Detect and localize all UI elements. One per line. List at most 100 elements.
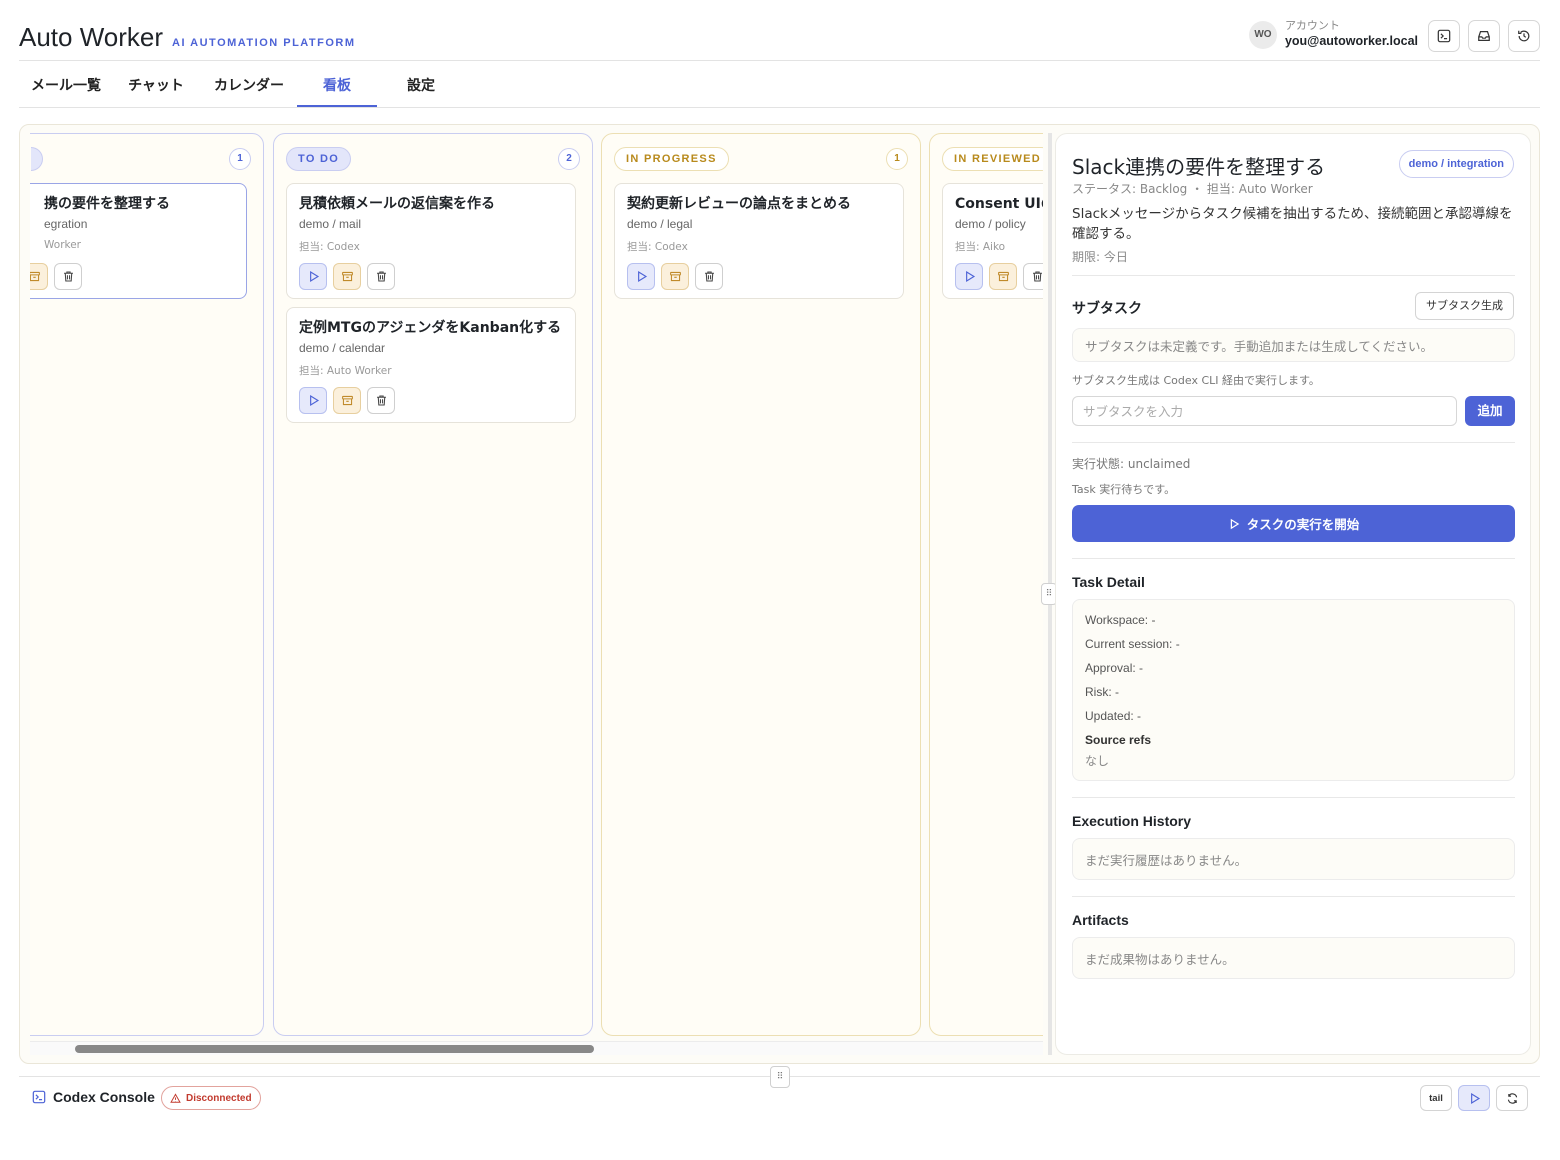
detail-description: Slackメッセージからタスク候補を抽出するため、接続範囲と承認導線を確認する。 [1072,206,1513,242]
console-resize-handle-icon[interactable]: ⠿ [770,1066,790,1088]
card-workspace: egration [44,217,88,231]
workspace-value: Workspace: - [1085,613,1156,627]
scrollbar-thumb[interactable] [75,1045,594,1053]
column-badge: IN REVIEWED [942,147,1043,171]
card-assignee: Worker [44,239,81,251]
card-workspace: demo / mail [299,217,362,231]
divider [1072,558,1515,559]
trash-icon [704,271,714,282]
workspace-tag[interactable]: demo / integration [1398,150,1514,178]
play-icon [1230,518,1240,529]
start-task-button[interactable]: タスクの実行を開始 [1072,505,1515,542]
column-count: 1 [886,148,908,170]
generate-subtasks-button[interactable]: サブタスク生成 [1415,292,1514,320]
column-in-progress: IN PROGRESS 1 契約更新レビューの論点をまとめる demo / le… [601,133,921,1036]
column-todo: TO DO 2 見積依頼メールの返信案を作る demo / mail 担当: C… [273,133,593,1036]
trash-icon [63,271,73,282]
column-badge [31,147,43,171]
archive-button[interactable] [333,387,361,414]
card-actions [627,263,729,290]
account-info: アカウント you@autoworker.local [1285,20,1418,49]
column-backlog: 1 携の要件を整理する egration Worker [30,133,264,1036]
archive-icon [669,271,681,282]
column-count: 2 [558,148,580,170]
warning-icon [170,1092,181,1103]
start-task-label: タスクの実行を開始 [1246,517,1360,532]
archive-button[interactable] [30,263,48,290]
delete-button[interactable] [54,263,82,290]
execution-history-empty: まだ実行履歴はありません。 [1072,838,1515,880]
refresh-button[interactable] [1496,1085,1528,1111]
app-title: Auto Worker [19,22,164,52]
delete-button[interactable] [1023,263,1043,290]
board-scroll-area[interactable]: 1 携の要件を整理する egration Worker TO DO 2 見積依頼… [30,133,1043,1038]
avatar: WO [1248,20,1277,49]
archive-icon [341,271,353,282]
history-button[interactable] [1508,20,1540,52]
artifacts-title: Artifacts [1072,912,1129,928]
card-workspace: demo / policy [955,217,1026,231]
run-button[interactable] [299,263,327,290]
console-run-button[interactable] [1458,1085,1490,1111]
archive-button[interactable] [661,263,689,290]
tab-calendar[interactable]: カレンダー [201,61,297,107]
subtasks-empty: サブタスクは未定義です。手動追加または生成してください。 [1072,328,1515,362]
account-label: アカウント [1284,20,1340,32]
codex-console: ⠿ Codex Console Disconnected tail [19,1066,1540,1160]
console-title: Codex Console [53,1089,155,1105]
card-actions [955,263,1043,290]
run-button[interactable] [955,263,983,290]
task-card[interactable]: 見積依頼メールの返信案を作る demo / mail 担当: Codex [286,183,576,299]
terminal-button[interactable] [1428,20,1460,52]
play-icon [1470,1092,1480,1104]
connection-status-text: Disconnected [186,1092,252,1104]
play-icon [637,271,647,282]
card-assignee: 担当: Codex [627,241,688,253]
card-title: 契約更新レビューの論点をまとめる [627,196,851,212]
tab-chat[interactable]: チャット [117,61,195,107]
archive-icon [341,395,353,406]
tab-settings[interactable]: 設定 [389,61,453,107]
add-subtask-button[interactable]: 追加 [1465,396,1515,426]
detail-title: Slack連携の要件を整理する [1072,155,1326,179]
subtasks-title: サブタスク [1072,300,1142,316]
run-button[interactable] [299,387,327,414]
trash-icon [1032,271,1042,282]
delete-button[interactable] [367,387,395,414]
archive-button[interactable] [989,263,1017,290]
connection-status-badge: Disconnected [161,1086,261,1110]
card-workspace: demo / legal [627,217,693,231]
kanban-board: 1 携の要件を整理する egration Worker TO DO 2 見積依頼… [19,124,1540,1064]
divider [1072,797,1515,798]
inbox-icon [1478,31,1490,41]
app-header: Auto Worker AI AUTOMATION PLATFORM WO アカ… [19,0,1540,61]
card-assignee: 担当: Aiko [955,241,1006,253]
play-icon [309,395,319,406]
archive-icon [30,271,40,282]
card-title: 携の要件を整理する [44,196,170,212]
column-count: 1 [229,148,251,170]
source-refs-label: Source refs [1085,733,1152,747]
divider [1072,896,1515,897]
column-badge: TO DO [286,147,352,171]
task-card[interactable]: Consent UIの demo / policy 担当: Aiko [942,183,1043,299]
board-horizontal-scrollbar[interactable] [30,1041,1043,1055]
delete-button[interactable] [695,263,723,290]
run-button[interactable] [627,263,655,290]
archive-button[interactable] [333,263,361,290]
delete-button[interactable] [367,263,395,290]
task-card[interactable]: 契約更新レビューの論点をまとめる demo / legal 担当: Codex [614,183,904,299]
task-detail-title: Task Detail [1072,574,1145,590]
tab-kanban[interactable]: 看板 [297,61,377,107]
card-title: 定例MTGのアジェンダをKanban化する [299,320,562,336]
task-card[interactable]: 携の要件を整理する egration Worker [30,183,247,299]
task-card[interactable]: 定例MTGのアジェンダをKanban化する demo / calendar 担当… [286,307,576,423]
account-menu[interactable]: WO アカウント you@autoworker.local [1248,20,1418,49]
inbox-button[interactable] [1468,20,1500,52]
trash-icon [376,395,386,406]
task-detail-panel: Slack連携の要件を整理する demo / integration ステータス… [1055,133,1531,1055]
tail-button[interactable]: tail [1420,1085,1452,1111]
card-title: Consent UIの [955,196,1043,212]
subtask-input[interactable] [1072,396,1457,426]
tab-mail-list[interactable]: メール一覧 [19,61,113,107]
